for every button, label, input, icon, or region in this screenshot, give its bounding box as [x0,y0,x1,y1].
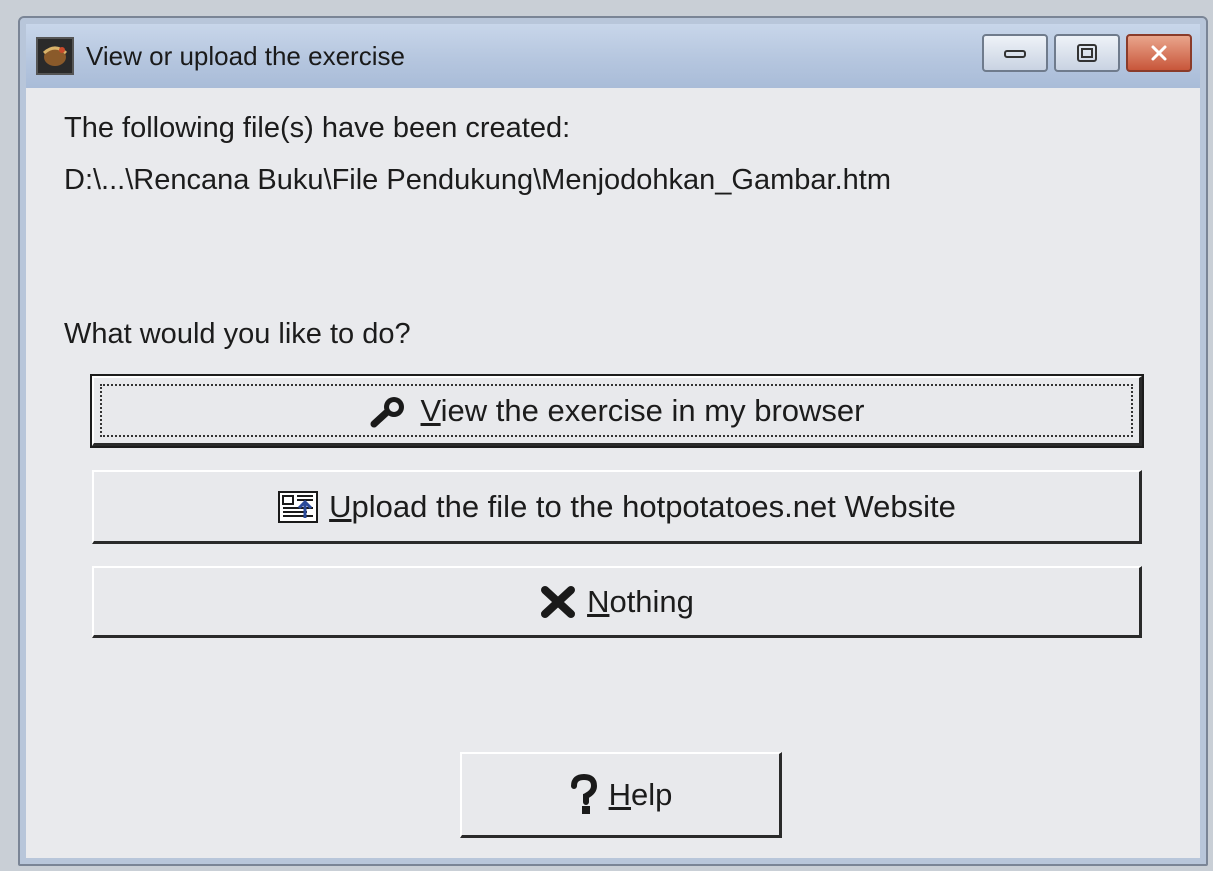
window-title: View or upload the exercise [86,40,405,71]
window-controls [982,34,1192,72]
nothing-button-label: Nothing [587,583,694,619]
file-path: D:\...\Rencana Buku\File Pendukung\Menjo… [64,164,891,196]
dialog-window: View or upload the exercise The followin… [18,16,1208,866]
upload-button-label: Upload the file to the hotpotatoes.net W… [329,488,956,524]
view-in-browser-button[interactable]: View the exercise in my browser [90,374,1144,448]
close-button[interactable] [1126,34,1192,72]
created-label: The following file(s) have been created: [64,112,571,144]
question-icon [569,773,599,816]
x-icon [539,584,577,620]
maximize-button[interactable] [1054,34,1120,72]
minimize-button[interactable] [982,34,1048,72]
minimize-icon [1004,50,1026,58]
title-bar[interactable]: View or upload the exercise [26,24,1200,88]
maximize-icon [1077,44,1097,62]
nothing-button[interactable]: Nothing [92,566,1142,638]
app-icon [36,37,74,75]
upload-icon [277,488,319,526]
view-button-label: View the exercise in my browser [420,392,865,428]
close-icon [1151,45,1167,61]
help-button-label: Help [608,776,673,812]
upload-button[interactable]: Upload the file to the hotpotatoes.net W… [92,470,1142,544]
dialog-body: The following file(s) have been created:… [26,88,1200,858]
help-button[interactable]: Help [460,752,782,838]
magnifier-icon [369,393,411,429]
question-label: What would you like to do? [64,318,411,350]
